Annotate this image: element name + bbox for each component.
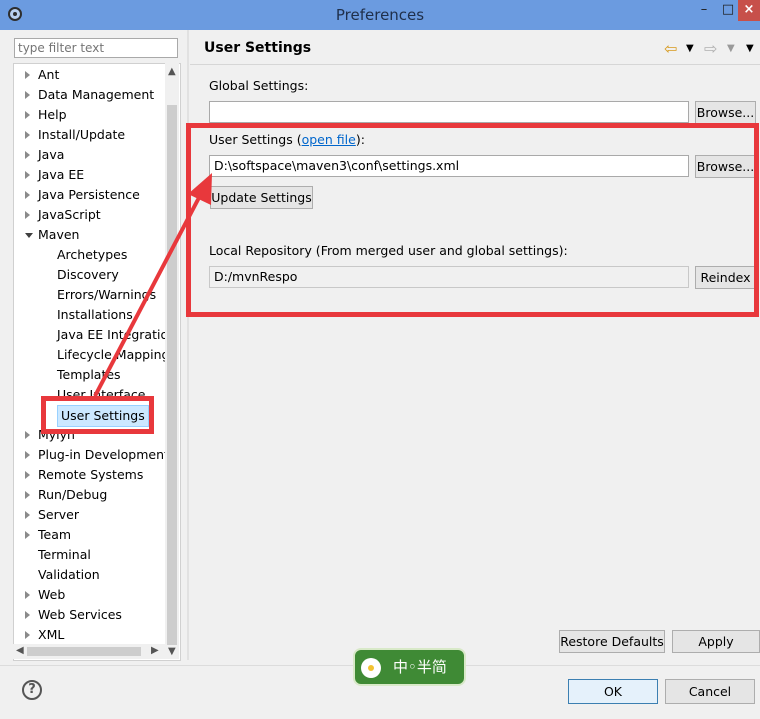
- title-bar: Preferences – □ ×: [0, 0, 760, 30]
- maximize-button[interactable]: □: [718, 0, 738, 21]
- arrow-head: [188, 173, 212, 205]
- arrow-shaft: [93, 189, 205, 397]
- annotation-arrow: [93, 173, 212, 397]
- cancel-button[interactable]: Cancel: [665, 679, 755, 704]
- ok-button[interactable]: OK: [568, 679, 658, 704]
- help-icon[interactable]: ?: [22, 680, 42, 700]
- apply-button[interactable]: Apply: [672, 630, 760, 653]
- minimize-button[interactable]: –: [690, 0, 718, 21]
- flower-icon: [361, 658, 381, 678]
- restore-defaults-button[interactable]: Restore Defaults: [559, 630, 665, 653]
- watermark-logo: 中◦半简: [353, 648, 466, 686]
- close-button[interactable]: ×: [738, 0, 760, 21]
- dialog-body: AntData ManagementHelpInstall/UpdateJava…: [0, 30, 760, 719]
- window-title: Preferences: [335, 6, 425, 24]
